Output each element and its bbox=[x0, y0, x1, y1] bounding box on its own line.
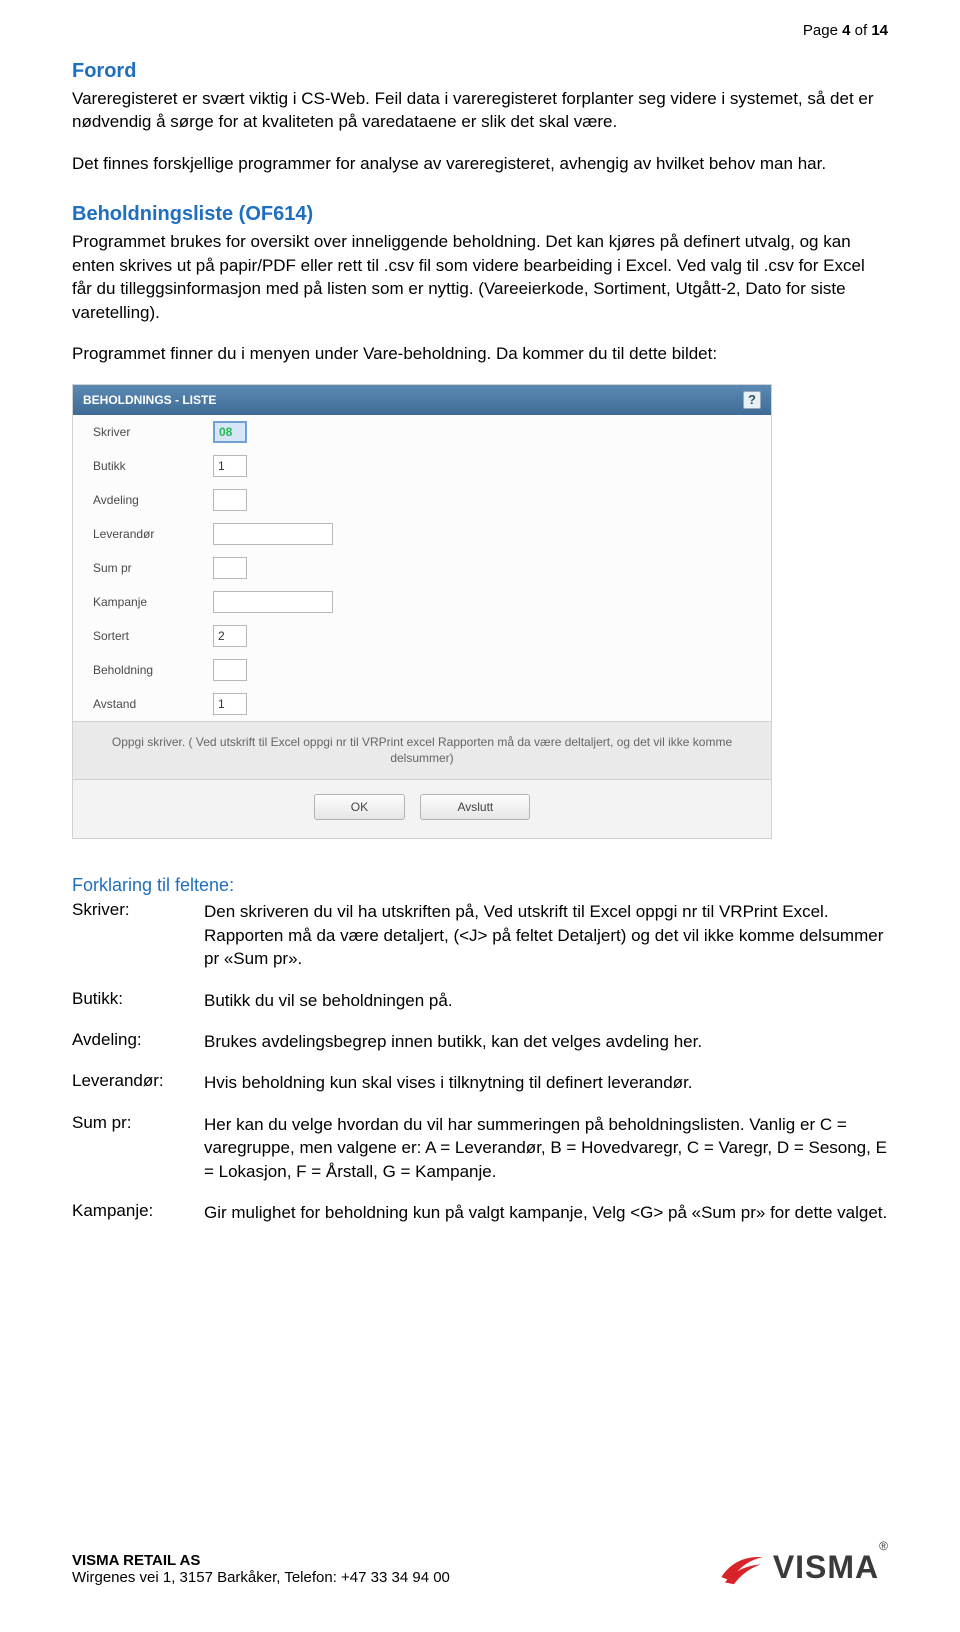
row-butikk: Butikk bbox=[73, 449, 771, 483]
label-sumpr: Sum pr bbox=[93, 561, 213, 575]
row-skriver: Skriver bbox=[73, 415, 771, 449]
label-sortert: Sortert bbox=[93, 629, 213, 643]
footer-company: VISMA RETAIL AS bbox=[72, 1552, 450, 1569]
avslutt-button[interactable]: Avslutt bbox=[420, 794, 530, 820]
input-butikk[interactable] bbox=[213, 455, 247, 477]
row-sortert: Sortert bbox=[73, 619, 771, 653]
label-kampanje: Kampanje bbox=[93, 595, 213, 609]
explain-desc-sumpr: Her kan du velge hvordan du vil har summ… bbox=[204, 1113, 888, 1183]
dialog-beholdningsliste: BEHOLDNINGS - LISTE ? Skriver Butikk Avd… bbox=[72, 384, 772, 840]
row-avdeling: Avdeling bbox=[73, 483, 771, 517]
label-avdeling: Avdeling bbox=[93, 493, 213, 507]
label-beholdning: Beholdning bbox=[93, 663, 213, 677]
logo-word: VISMA bbox=[773, 1549, 879, 1585]
input-avstand[interactable] bbox=[213, 693, 247, 715]
footer-address: Wirgenes vei 1, 3157 Barkåker, Telefon: … bbox=[72, 1569, 450, 1586]
explain-label-avdeling: Avdeling: bbox=[72, 1030, 204, 1053]
registered-icon: ® bbox=[879, 1539, 888, 1553]
explain-label-butikk: Butikk: bbox=[72, 989, 204, 1012]
label-leverandor: Leverandør bbox=[93, 527, 213, 541]
forord-p1: Vareregisteret er svært viktig i CS-Web.… bbox=[72, 87, 888, 134]
explain-desc-butikk: Butikk du vil se beholdningen på. bbox=[204, 989, 888, 1012]
explain-label-leverandor: Leverandør: bbox=[72, 1071, 204, 1094]
of614-p2: Programmet finner du i menyen under Vare… bbox=[72, 342, 888, 365]
heading-forord: Forord bbox=[72, 60, 888, 83]
dialog-title: BEHOLDNINGS - LISTE bbox=[83, 393, 216, 407]
explain-desc-skriver: Den skriveren du vil ha utskriften på, V… bbox=[204, 900, 888, 970]
input-sortert[interactable] bbox=[213, 625, 247, 647]
heading-of614: Beholdningsliste (OF614) bbox=[72, 203, 888, 226]
forord-p2: Det finnes forskjellige programmer for a… bbox=[72, 152, 888, 175]
page-total: 14 bbox=[871, 22, 888, 39]
explain-desc-avdeling: Brukes avdelingsbegrep innen butikk, kan… bbox=[204, 1030, 888, 1053]
page-current: 4 bbox=[842, 22, 850, 39]
explain-label-kampanje: Kampanje: bbox=[72, 1201, 204, 1224]
dialog-hint: Oppgi skriver. ( Ved utskrift til Excel … bbox=[73, 721, 771, 781]
explain-row-skriver: Skriver: Den skriveren du vil ha utskrif… bbox=[72, 900, 888, 970]
explain-label-skriver: Skriver: bbox=[72, 900, 204, 970]
dialog-buttonbar: OK Avslutt bbox=[73, 780, 771, 838]
label-avstand: Avstand bbox=[93, 697, 213, 711]
explain-row-sumpr: Sum pr: Her kan du velge hvordan du vil … bbox=[72, 1113, 888, 1183]
of614-p1: Programmet brukes for oversikt over inne… bbox=[72, 230, 888, 324]
field-explanations: Forklaring til feltene: Skriver: Den skr… bbox=[72, 875, 888, 1225]
input-skriver[interactable] bbox=[213, 421, 247, 443]
dialog-titlebar: BEHOLDNINGS - LISTE ? bbox=[73, 385, 771, 415]
footer-text: VISMA RETAIL AS Wirgenes vei 1, 3157 Bar… bbox=[72, 1552, 450, 1586]
row-beholdning: Beholdning bbox=[73, 653, 771, 687]
heading-forklaring: Forklaring til feltene: bbox=[72, 875, 888, 896]
swoosh-icon bbox=[719, 1550, 765, 1586]
row-kampanje: Kampanje bbox=[73, 585, 771, 619]
page-label: Page bbox=[803, 22, 838, 39]
help-icon[interactable]: ? bbox=[743, 391, 761, 409]
ok-button[interactable]: OK bbox=[314, 794, 405, 820]
explain-desc-leverandor: Hvis beholdning kun skal vises i tilknyt… bbox=[204, 1071, 888, 1094]
visma-logo: VISMA® bbox=[719, 1549, 888, 1586]
row-avstand: Avstand bbox=[73, 687, 771, 721]
row-leverandor: Leverandør bbox=[73, 517, 771, 551]
explain-row-butikk: Butikk: Butikk du vil se beholdningen på… bbox=[72, 989, 888, 1012]
row-sumpr: Sum pr bbox=[73, 551, 771, 585]
label-skriver: Skriver bbox=[93, 425, 213, 439]
input-avdeling[interactable] bbox=[213, 489, 247, 511]
explain-row-kampanje: Kampanje: Gir mulighet for beholdning ku… bbox=[72, 1201, 888, 1224]
explain-label-sumpr: Sum pr: bbox=[72, 1113, 204, 1183]
explain-desc-kampanje: Gir mulighet for beholdning kun på valgt… bbox=[204, 1201, 888, 1224]
input-sumpr[interactable] bbox=[213, 557, 247, 579]
input-kampanje[interactable] bbox=[213, 591, 333, 613]
explain-row-leverandor: Leverandør: Hvis beholdning kun skal vis… bbox=[72, 1071, 888, 1094]
input-beholdning[interactable] bbox=[213, 659, 247, 681]
explain-row-avdeling: Avdeling: Brukes avdelingsbegrep innen b… bbox=[72, 1030, 888, 1053]
page-footer: VISMA RETAIL AS Wirgenes vei 1, 3157 Bar… bbox=[72, 1549, 888, 1586]
label-butikk: Butikk bbox=[93, 459, 213, 473]
page-number: Page 4 of 14 bbox=[803, 22, 888, 39]
page-of: of bbox=[855, 22, 868, 39]
input-leverandor[interactable] bbox=[213, 523, 333, 545]
